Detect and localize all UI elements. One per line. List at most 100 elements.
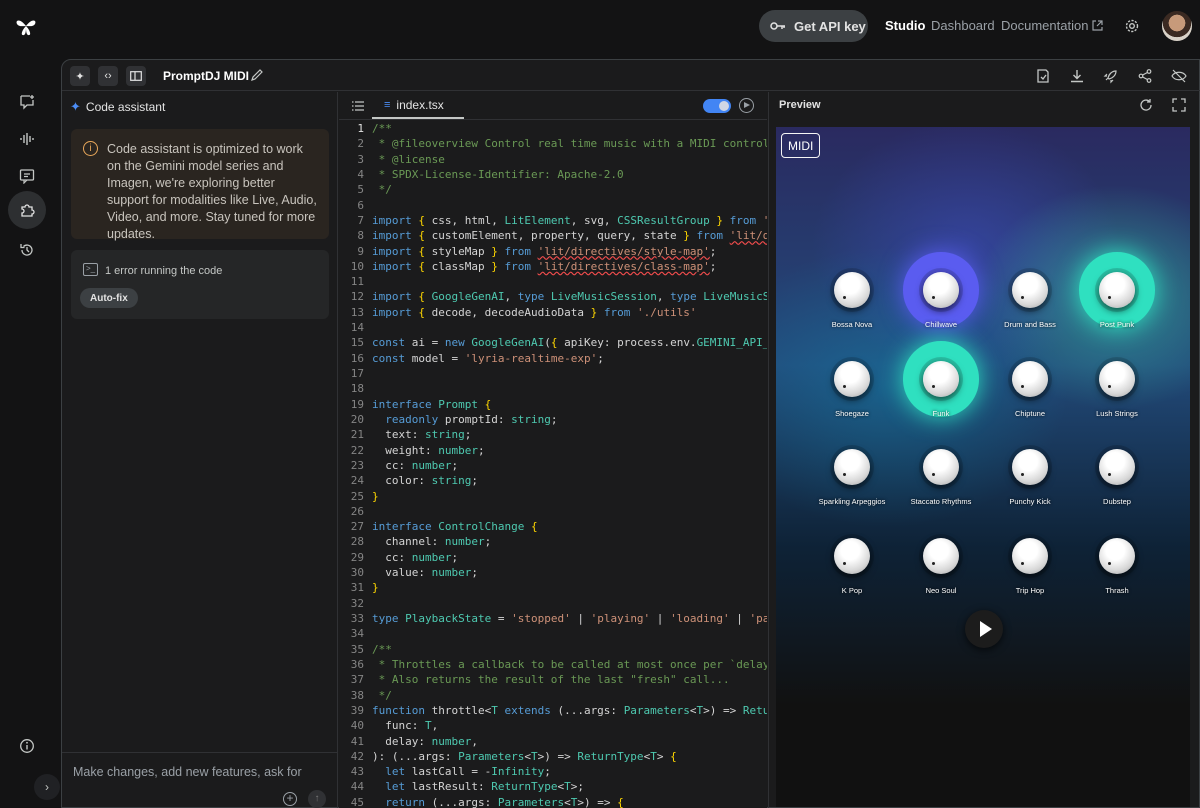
knob-dial[interactable] [923, 449, 959, 485]
code-line[interactable]: 17 [339, 366, 767, 381]
prompt-knob[interactable]: Sparkling Arpeggios [802, 436, 902, 520]
chat-input-placeholder[interactable]: Make changes, add new features, ask for [73, 765, 302, 779]
play-button[interactable] [965, 610, 1003, 648]
code-line[interactable]: 13 import { decode, decodeAudioData } fro… [339, 305, 767, 320]
file-list-icon[interactable] [351, 100, 365, 112]
add-attachment-icon[interactable]: + [283, 792, 297, 806]
nav-documentation[interactable]: Documentation [1001, 18, 1104, 33]
save-to-drive-icon[interactable] [1035, 68, 1051, 84]
code-line[interactable]: 15 const ai = new GoogleGenAI({ apiKey: p… [339, 335, 767, 350]
code-line[interactable]: 1 /** [339, 121, 767, 136]
code-line[interactable]: 16 const model = 'lyria-realtime-exp'; [339, 351, 767, 366]
code-line[interactable]: 44 let lastResult: ReturnType<T>; [339, 779, 767, 794]
code-line[interactable]: 3 * @license [339, 152, 767, 167]
chat-prompt-icon[interactable] [12, 87, 42, 117]
prompt-knob[interactable]: Chiptune [980, 348, 1080, 432]
prompt-knob[interactable]: Neo Soul [891, 525, 991, 609]
knob-dial[interactable] [1012, 449, 1048, 485]
knob-dial[interactable] [1099, 361, 1135, 397]
code-line[interactable]: 4 * SPDX-License-Identifier: Apache-2.0 [339, 167, 767, 182]
nav-dashboard[interactable]: Dashboard [931, 18, 995, 33]
expand-sidebar-chevron-icon[interactable]: › [34, 774, 60, 800]
code-line[interactable]: 41 delay: number, [339, 734, 767, 749]
knob-dial[interactable] [834, 272, 870, 308]
code-line[interactable]: 6 [339, 198, 767, 213]
prompt-knob[interactable]: K Pop [802, 525, 902, 609]
code-line[interactable]: 23 cc: number; [339, 458, 767, 473]
code-line[interactable]: 18 [339, 381, 767, 396]
get-api-key-button[interactable]: Get API key [759, 10, 868, 42]
stream-audio-icon[interactable] [12, 124, 42, 154]
code-line[interactable]: 8 import { customElement, property, query… [339, 228, 767, 243]
prompt-knob[interactable]: Shoegaze [802, 348, 902, 432]
prompt-knob[interactable]: Bossa Nova [802, 259, 902, 343]
code-line[interactable]: 7 import { css, html, LitElement, svg, CS… [339, 213, 767, 228]
code-line[interactable]: 27 interface ControlChange { [339, 519, 767, 534]
code-line[interactable]: 20 readonly promptId: string; [339, 412, 767, 427]
app-logo-icon[interactable] [14, 14, 38, 38]
run-play-icon[interactable] [739, 98, 754, 113]
code-line[interactable]: 26 [339, 504, 767, 519]
code-line[interactable]: 22 weight: number; [339, 443, 767, 458]
send-arrow-icon[interactable]: ↑ [308, 790, 326, 808]
share-icon[interactable] [1137, 68, 1153, 84]
prompt-knob[interactable]: Punchy Kick [980, 436, 1080, 520]
midi-button[interactable]: MIDI [781, 133, 821, 158]
knob-dial[interactable] [834, 361, 870, 397]
code-line[interactable]: 24 color: string; [339, 473, 767, 488]
download-icon[interactable] [1069, 68, 1085, 84]
code-line[interactable]: 33 type PlaybackState = 'stopped' | 'play… [339, 611, 767, 626]
knob-dial[interactable] [923, 361, 959, 397]
app-preview-stage[interactable]: MIDI Bossa Nova Chillwave Drum and Bass Pos… [776, 127, 1190, 807]
prompt-knob[interactable]: Thrash [1067, 525, 1167, 609]
code-line[interactable]: 32 [339, 596, 767, 611]
knob-dial[interactable] [1012, 361, 1048, 397]
sparkle-assistant-icon[interactable]: ✦ [70, 66, 90, 86]
prompt-knob[interactable]: Dubstep [1067, 436, 1167, 520]
code-line[interactable]: 19 interface Prompt { [339, 397, 767, 412]
settings-gear-icon[interactable] [1124, 18, 1140, 34]
code-line[interactable]: 38 */ [339, 688, 767, 703]
knob-dial[interactable] [834, 538, 870, 574]
prompt-knob[interactable]: Funk [891, 341, 991, 432]
build-apps-icon[interactable] [8, 191, 46, 229]
prompt-knob[interactable]: Chillwave [891, 252, 991, 343]
user-avatar[interactable] [1162, 11, 1192, 41]
autosave-toggle[interactable] [703, 99, 731, 113]
code-line[interactable]: 21 text: string; [339, 427, 767, 442]
code-lines[interactable]: 1/** 2 * @fileoverview Control real time … [339, 121, 767, 808]
code-line[interactable]: 45 return (...args: Parameters<T>) => { [339, 795, 767, 808]
code-line[interactable]: 35 /** [339, 642, 767, 657]
code-line[interactable]: 34 [339, 626, 767, 641]
edit-pencil-icon[interactable] [250, 68, 264, 82]
prompt-knob[interactable]: Drum and Bass [980, 259, 1080, 343]
code-line[interactable]: 37 * Also returns the result of the last… [339, 672, 767, 687]
code-line[interactable]: 2 * @fileoverview Control real time musi… [339, 136, 767, 151]
code-line[interactable]: 29 cc: number; [339, 550, 767, 565]
prompt-knob[interactable]: Trip Hop [980, 525, 1080, 609]
code-line[interactable]: 28 channel: number; [339, 534, 767, 549]
prompt-knob[interactable]: Lush Strings [1067, 348, 1167, 432]
code-view-icon[interactable]: ‹› [98, 66, 118, 86]
code-line[interactable]: 12 import { GoogleGenAI, type LiveMusicSe… [339, 289, 767, 304]
code-line[interactable]: 31} [339, 580, 767, 595]
fullscreen-icon[interactable] [1172, 98, 1186, 112]
code-line[interactable]: 14 [339, 320, 767, 335]
refresh-icon[interactable] [1139, 98, 1153, 112]
code-line[interactable]: 43 let lastCall = -Infinity; [339, 764, 767, 779]
history-icon[interactable] [12, 235, 42, 265]
auto-fix-button[interactable]: Auto-fix [80, 288, 138, 308]
deploy-rocket-icon[interactable] [1103, 68, 1119, 84]
code-line[interactable]: 36 * Throttles a callback to be called a… [339, 657, 767, 672]
knob-dial[interactable] [1099, 272, 1135, 308]
code-line[interactable]: 40 func: T, [339, 718, 767, 733]
code-line[interactable]: 11 [339, 274, 767, 289]
knob-dial[interactable] [923, 272, 959, 308]
knob-dial[interactable] [923, 538, 959, 574]
code-line[interactable]: 10 import { classMap } from 'lit/directiv… [339, 259, 767, 274]
code-line[interactable]: 25} [339, 489, 767, 504]
chat-input-area[interactable]: Make changes, add new features, ask for … [62, 752, 338, 808]
hide-preview-icon[interactable] [1171, 68, 1187, 84]
code-line[interactable]: 42): (...args: Parameters<T>) => ReturnT… [339, 749, 767, 764]
code-line[interactable]: 30 value: number; [339, 565, 767, 580]
